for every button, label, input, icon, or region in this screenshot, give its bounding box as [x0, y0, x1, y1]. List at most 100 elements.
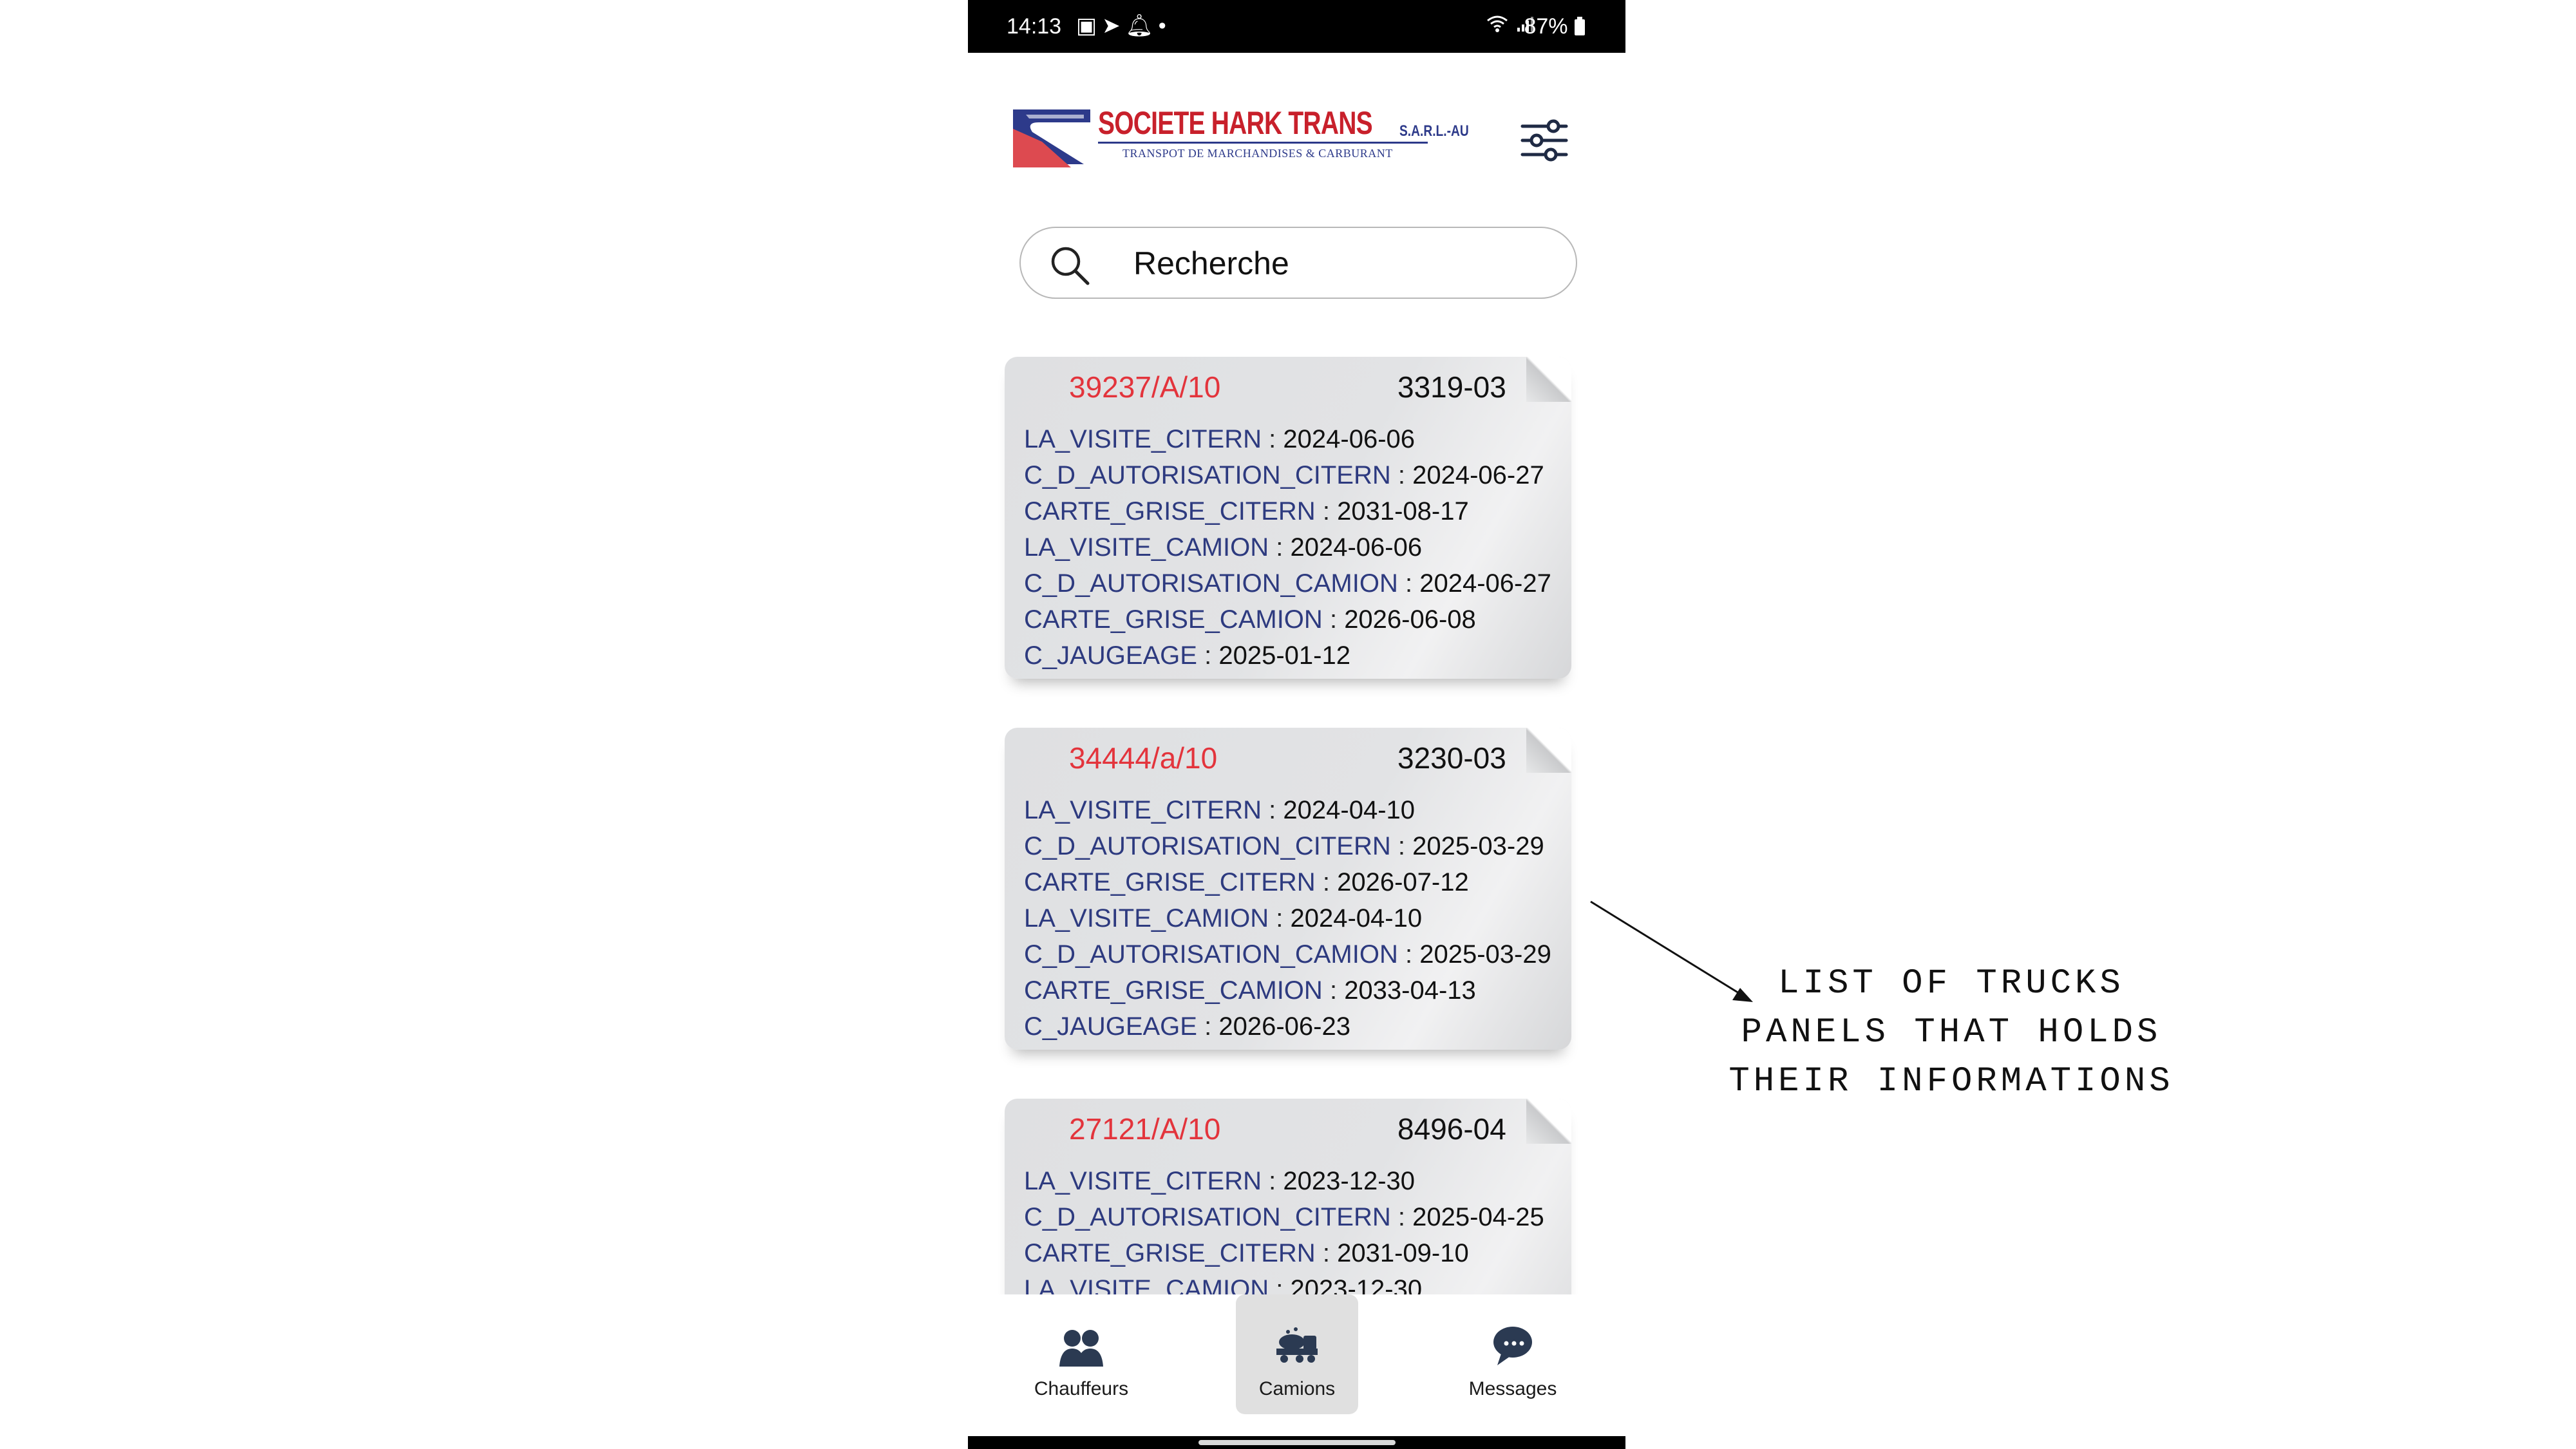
status-time: 14:13	[1007, 14, 1062, 39]
nav-label: Chauffeurs	[1034, 1378, 1129, 1399]
logo-rule	[1098, 142, 1428, 144]
truck-fields: LA_VISITE_CITERN : 2024-04-10 C_D_AUTORI…	[1024, 792, 1551, 1045]
field-value: 2025-01-12	[1218, 641, 1350, 670]
truck-fields: LA_VISITE_CITERN : 2023-12-30 C_D_AUTORI…	[1024, 1163, 1544, 1294]
home-indicator[interactable]	[1198, 1440, 1396, 1445]
field-separator: :	[1204, 1012, 1212, 1041]
field-value: 2023-12-30	[1290, 1275, 1423, 1294]
field-value: 2025-03-29	[1412, 832, 1544, 860]
truck-field-row: C_D_AUTORISATION_CITERN : 2024-06-27	[1024, 457, 1551, 493]
battery-indicator: 87%	[1524, 14, 1586, 39]
field-value: 2024-06-06	[1283, 425, 1415, 453]
field-value: 2024-04-10	[1290, 904, 1423, 933]
truck-fields: LA_VISITE_CITERN : 2024-06-06 C_D_AUTORI…	[1024, 421, 1551, 674]
field-key: LA_VISITE_CAMION	[1024, 904, 1269, 933]
field-key: CARTE_GRISE_CAMION	[1024, 976, 1323, 1005]
nav-label: Messages	[1468, 1378, 1557, 1399]
field-key: LA_VISITE_CITERN	[1024, 796, 1262, 824]
truck-list[interactable]: 39237/A/10 3319-03 LA_VISITE_CITERN : 20…	[968, 348, 1625, 1294]
field-separator: :	[1269, 1167, 1276, 1195]
field-separator: :	[1322, 497, 1330, 526]
telegram-icon: ➤	[1102, 14, 1126, 38]
truck-plate: 27121/A/10	[1069, 1112, 1221, 1146]
logo-tagline: TRANSPOT DE MARCHANDISES & CARBURANT	[1122, 147, 1393, 160]
field-value: 2024-06-06	[1290, 533, 1423, 562]
annotation-line: PANELS THAT HOLDS	[1741, 1013, 2162, 1052]
nav-chauffeurs[interactable]: Chauffeurs	[1020, 1294, 1142, 1414]
field-key: C_JAUGEAGE	[1024, 1012, 1197, 1041]
annotation-line: THEIR INFORMATIONS	[1728, 1062, 2174, 1101]
truck-field-row: CARTE_GRISE_CITERN : 2031-08-17	[1024, 493, 1551, 529]
status-bar: 14:13 ▣➤🔔︎• 87%	[968, 0, 1625, 53]
field-separator: :	[1276, 533, 1283, 562]
search-icon	[1051, 247, 1090, 285]
search-input[interactable]	[1133, 241, 1546, 286]
truck-field-row: C_D_AUTORISATION_CITERN : 2025-03-29	[1024, 828, 1551, 864]
nav-messages[interactable]: Messages	[1452, 1294, 1574, 1414]
truck-code: 8496-04	[1397, 1112, 1506, 1146]
field-key: C_D_AUTORISATION_CAMION	[1024, 940, 1398, 969]
field-key: C_D_AUTORISATION_CAMION	[1024, 569, 1398, 598]
card-corner-fold	[1526, 1099, 1571, 1144]
field-key: LA_VISITE_CAMION	[1024, 1275, 1269, 1294]
logo-legal-suffix: S.A.R.L.-AU	[1399, 122, 1469, 140]
field-value: 2024-06-27	[1419, 569, 1551, 598]
truck-field-row: C_D_AUTORISATION_CAMION : 2024-06-27	[1024, 565, 1551, 601]
annotation-line: LIST OF TRUCKS	[1778, 964, 2125, 1003]
truck-code: 3319-03	[1397, 370, 1506, 404]
search-bar[interactable]	[1019, 227, 1577, 299]
truck-field-row: C_JAUGEAGE : 2026-06-23	[1024, 1009, 1551, 1045]
field-value: 2026-06-23	[1218, 1012, 1350, 1041]
truck-field-row: LA_VISITE_CITERN : 2024-04-10	[1024, 792, 1551, 828]
truck-field-row: LA_VISITE_CAMION : 2024-04-10	[1024, 900, 1551, 936]
field-value: 2024-04-10	[1283, 796, 1415, 824]
field-value: 2026-06-08	[1344, 605, 1476, 634]
truck-card[interactable]: 34444/a/10 3230-03 LA_VISITE_CITERN : 20…	[1005, 728, 1571, 1050]
field-key: CARTE_GRISE_CITERN	[1024, 1239, 1316, 1267]
field-key: CARTE_GRISE_CITERN	[1024, 497, 1316, 526]
truck-field-row: C_D_AUTORISATION_CAMION : 2025-03-29	[1024, 936, 1551, 972]
logo-company-name: SOCIETE HARK TRANS	[1098, 105, 1373, 141]
field-key: LA_VISITE_CAMION	[1024, 533, 1269, 562]
logo-mark-icon	[1013, 109, 1090, 167]
field-separator: :	[1405, 940, 1413, 969]
nav-camions[interactable]: Camions	[1236, 1294, 1358, 1414]
truck-field-row: CARTE_GRISE_CITERN : 2026-07-12	[1024, 864, 1551, 900]
field-key: CARTE_GRISE_CITERN	[1024, 868, 1316, 896]
field-value: 2026-07-12	[1337, 868, 1469, 896]
image-icon: ▣	[1076, 14, 1103, 38]
truck-plate: 39237/A/10	[1069, 370, 1221, 404]
truck-field-row: C_D_AUTORISATION_CITERN : 2025-04-25	[1024, 1199, 1544, 1235]
field-key: LA_VISITE_CITERN	[1024, 1167, 1262, 1195]
chat-icon	[1493, 1327, 1532, 1365]
company-logo: SOCIETE HARK TRANS S.A.R.L.-AU TRANSPOT …	[1013, 103, 1469, 171]
field-separator: :	[1397, 461, 1405, 489]
field-value: 2023-12-30	[1283, 1167, 1415, 1195]
card-corner-fold	[1526, 728, 1571, 773]
filter-button[interactable]	[1519, 115, 1570, 166]
phone-screen: 14:13 ▣➤🔔︎• 87% SOCIETE HARK TRANS S.A.R…	[968, 0, 1625, 1449]
truck-field-row: CARTE_GRISE_CITERN : 2031-09-10	[1024, 1235, 1544, 1271]
truck-card[interactable]: 27121/A/10 8496-04 LA_VISITE_CITERN : 20…	[1005, 1099, 1571, 1294]
field-value: 2031-09-10	[1337, 1239, 1469, 1267]
truck-plate: 34444/a/10	[1069, 741, 1218, 775]
field-key: C_D_AUTORISATION_CITERN	[1024, 832, 1391, 860]
truck-field-row: CARTE_GRISE_CAMION : 2026-06-08	[1024, 601, 1551, 638]
field-separator: :	[1276, 904, 1283, 933]
field-separator: :	[1329, 605, 1338, 634]
field-separator: :	[1269, 425, 1276, 453]
field-value: 2025-03-29	[1419, 940, 1551, 969]
field-key: CARTE_GRISE_CAMION	[1024, 605, 1323, 634]
truck-field-row: C_JAUGEAGE : 2025-01-12	[1024, 638, 1551, 674]
field-value: 2031-08-17	[1337, 497, 1469, 526]
truck-card[interactable]: 39237/A/10 3319-03 LA_VISITE_CITERN : 20…	[1005, 357, 1571, 679]
truck-field-row: LA_VISITE_CITERN : 2024-06-06	[1024, 421, 1551, 457]
wifi-icon	[1486, 14, 1516, 35]
sliders-icon	[1520, 119, 1568, 162]
field-separator: :	[1269, 796, 1276, 824]
battery-icon	[1574, 14, 1586, 39]
bell-icon: 🔔︎	[1125, 14, 1159, 38]
drivers-icon	[1059, 1330, 1103, 1367]
field-separator: :	[1204, 641, 1212, 670]
truck-field-row: CARTE_GRISE_CAMION : 2033-04-13	[1024, 972, 1551, 1009]
